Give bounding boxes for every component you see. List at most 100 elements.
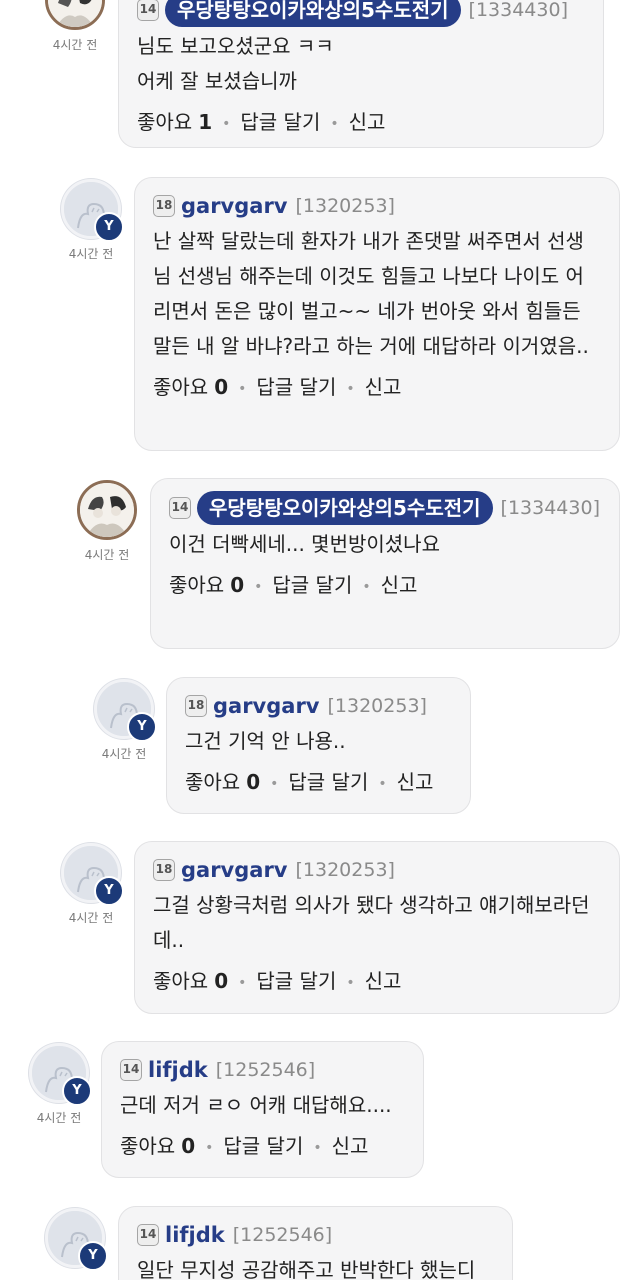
like-button[interactable]: 좋아요 0 (120, 1134, 195, 1158)
author-id: [1320253] (295, 859, 395, 881)
comment-author-line: 14 우당탕탕오이카와상의5수도전기 [1334430] (137, 0, 585, 27)
comment-author-line: 14 lifjdk [1252546] (137, 1219, 494, 1251)
separator-dot: • (313, 1139, 322, 1156)
comment-actions: 좋아요 1 • 답글 달기 • 신고 (137, 105, 585, 141)
comment-time: 4시간 전 (68, 911, 114, 925)
comment-author-avatar-col: 4시간 전 (30, 0, 120, 53)
separator-dot: • (238, 380, 247, 397)
comment-text: 님도 보고오셨군요 ㅋㅋ 어케 잘 보셨습니까 (137, 34, 334, 93)
level-icon: 18 (153, 859, 175, 881)
level-icon: 14 (120, 1059, 142, 1081)
comment-author-avatar-col: Y 4시간 전 (46, 179, 136, 262)
level-icon: 14 (137, 1224, 159, 1246)
avatar[interactable]: Y (29, 1043, 92, 1106)
comment-text: 그걸 상황극처럼 의사가 됐다 생각하고 얘기해보라던데.. (153, 893, 590, 952)
comment-bubble: 14 lifjdk [1252546] 일단 무지성 공감해주고 반박한다 했는… (118, 1206, 513, 1280)
comment-bubble: 18 garvgarv [1320253] 그걸 상황극처럼 의사가 됐다 생각… (134, 841, 620, 1014)
separator-dot: • (205, 1139, 214, 1156)
comment-text: 그건 기억 안 나용.. (185, 729, 346, 753)
avatar[interactable] (45, 0, 105, 30)
author-id: [1320253] (295, 195, 395, 217)
like-label: 좋아요 (169, 573, 225, 597)
profile-photo-icon (48, 0, 102, 27)
like-count: 0 (246, 770, 261, 794)
like-label: 좋아요 (185, 770, 241, 794)
comment-author-avatar-col: Y (30, 1208, 120, 1271)
like-button[interactable]: 좋아요 0 (169, 573, 244, 597)
report-button[interactable]: 신고 (365, 969, 402, 993)
author-nickname[interactable]: garvgarv (181, 854, 288, 886)
comment-author-avatar-col: Y 4시간 전 (79, 679, 169, 762)
report-button[interactable]: 신고 (332, 1134, 369, 1158)
comment-bubble: 14 lifjdk [1252546] 근데 저거 ㄹㅇ 어캐 대답해요....… (101, 1041, 424, 1178)
report-button[interactable]: 신고 (397, 770, 434, 794)
avatar[interactable]: Y (61, 179, 124, 242)
like-count: 0 (181, 1134, 196, 1158)
comment-author-line: 14 lifjdk [1252546] (120, 1054, 405, 1086)
author-id: [1252546] (232, 1224, 333, 1246)
level-icon: 18 (185, 695, 207, 717)
like-button[interactable]: 좋아요 0 (153, 969, 228, 993)
like-count: 0 (214, 969, 229, 993)
comment-text: 근데 저거 ㄹㅇ 어캐 대답해요.... (120, 1093, 392, 1117)
like-count: 0 (214, 375, 229, 399)
comment-time: 4시간 전 (52, 38, 98, 52)
avatar[interactable]: Y (94, 679, 157, 742)
like-count: 0 (230, 573, 245, 597)
level-icon: 14 (169, 497, 191, 519)
separator-dot: • (362, 578, 371, 595)
like-count: 1 (198, 110, 213, 134)
report-button[interactable]: 신고 (381, 573, 418, 597)
author-nickname[interactable]: garvgarv (181, 190, 288, 222)
like-button[interactable]: 좋아요 0 (153, 375, 228, 399)
author-nickname[interactable]: 우당탕탕오이카와상의5수도전기 (197, 491, 493, 525)
reply-button[interactable]: 답글 달기 (256, 375, 336, 399)
profile-photo-icon (80, 483, 134, 537)
report-button[interactable]: 신고 (365, 375, 402, 399)
comment-bubble: 18 garvgarv [1320253] 그건 기억 안 나용.. 좋아요 0 •… (166, 677, 471, 814)
comment-time: 4시간 전 (36, 1111, 82, 1125)
comment-author-avatar-col: 4시간 전 (62, 480, 152, 563)
separator-dot: • (270, 775, 279, 792)
author-nickname[interactable]: lifjdk (148, 1054, 208, 1086)
y-badge-icon: Y (78, 1241, 108, 1271)
author-nickname[interactable]: 우당탕탕오이카와상의5수도전기 (165, 0, 461, 27)
author-id: [1334430] (500, 497, 600, 519)
level-icon: 14 (137, 0, 159, 21)
author-id: [1334430] (468, 0, 568, 21)
comment-author-line: 18 garvgarv [1320253] (153, 854, 601, 886)
comment-actions: 좋아요 0 • 답글 달기 • 신고 (169, 568, 601, 604)
comment-author-line: 14 우당탕탕오이카와상의5수도전기 [1334430] (169, 491, 601, 525)
comment-actions: 좋아요 0 • 답글 달기 • 신고 (153, 370, 601, 406)
avatar[interactable]: Y (45, 1208, 108, 1271)
comment-text: 이건 더빡세네... 몇번방이셨나요 (169, 532, 440, 556)
comment-actions: 좋아요 0 • 답글 달기 • 신고 (185, 765, 452, 801)
separator-dot: • (330, 115, 339, 132)
comment-author-line: 18 garvgarv [1320253] (153, 190, 601, 222)
comment-thread: 4시간 전 14 우당탕탕오이카와상의5수도전기 [1334430] 님도 보고… (0, 0, 640, 1280)
separator-dot: • (222, 115, 231, 132)
like-button[interactable]: 좋아요 0 (185, 770, 260, 794)
author-nickname[interactable]: lifjdk (165, 1219, 225, 1251)
reply-button[interactable]: 답글 달기 (256, 969, 336, 993)
reply-button[interactable]: 답글 달기 (272, 573, 352, 597)
comment-author-line: 18 garvgarv [1320253] (185, 690, 452, 722)
author-nickname[interactable]: garvgarv (213, 690, 320, 722)
report-button[interactable]: 신고 (349, 110, 386, 134)
like-label: 좋아요 (120, 1134, 176, 1158)
y-badge-icon: Y (127, 712, 157, 742)
author-id: [1320253] (327, 695, 427, 717)
reply-button[interactable]: 답글 달기 (223, 1134, 303, 1158)
like-label: 좋아요 (137, 110, 193, 134)
separator-dot: • (346, 380, 355, 397)
comment-text: 일단 무지성 공감해주고 반박한다 했는디 (137, 1258, 476, 1280)
comment-actions: 좋아요 0 • 답글 달기 • 신고 (153, 964, 601, 1000)
comment-author-avatar-col: Y 4시간 전 (14, 1043, 104, 1126)
reply-button[interactable]: 답글 달기 (288, 770, 368, 794)
like-button[interactable]: 좋아요 1 (137, 110, 212, 134)
separator-dot: • (238, 974, 247, 991)
comment-time: 4시간 전 (101, 747, 147, 761)
avatar[interactable] (77, 480, 137, 540)
reply-button[interactable]: 답글 달기 (240, 110, 320, 134)
avatar[interactable]: Y (61, 843, 124, 906)
